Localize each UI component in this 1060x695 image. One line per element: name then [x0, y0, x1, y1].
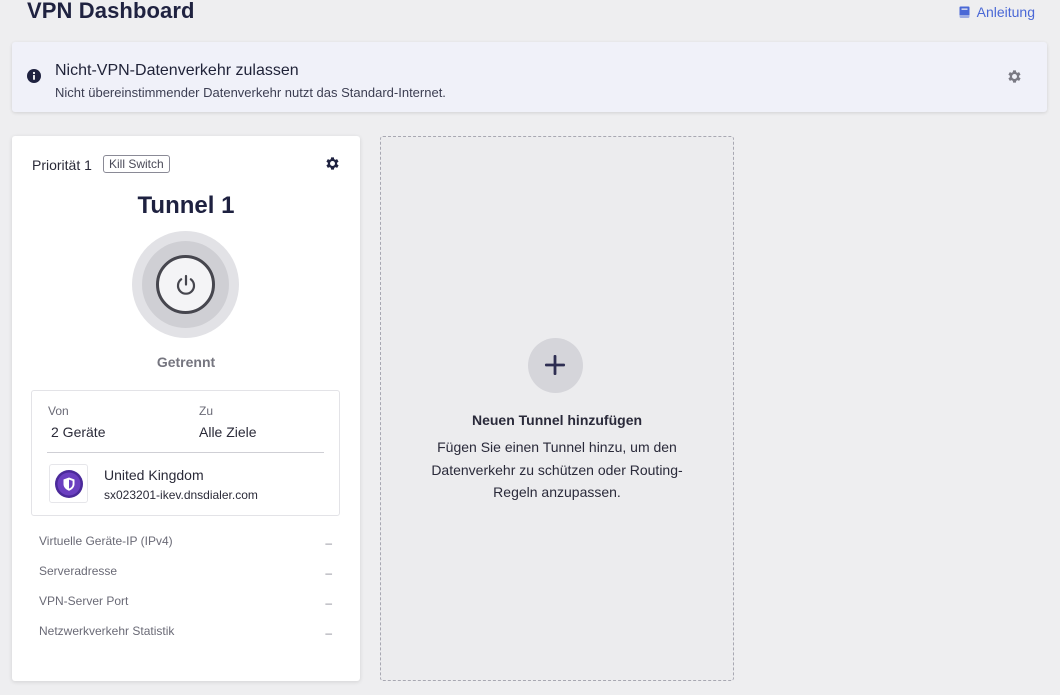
- to-label: Zu: [199, 404, 214, 418]
- guide-link[interactable]: Anleitung: [959, 4, 1035, 20]
- from-label: Von: [48, 404, 69, 418]
- add-tunnel-description: Fügen Sie einen Tunnel hinzu, um den Dat…: [431, 439, 683, 500]
- guide-link-label[interactable]: Anleitung: [977, 4, 1035, 20]
- gear-icon[interactable]: [1006, 68, 1023, 85]
- stat-value: –: [325, 626, 332, 640]
- stat-value: –: [325, 596, 332, 610]
- stat-value: –: [325, 536, 332, 550]
- server-host: sx023201-ikev.dnsdialer.com: [104, 488, 258, 502]
- stat-row-server-port: VPN-Server Port –: [39, 594, 332, 610]
- stat-value: –: [325, 566, 332, 580]
- add-tunnel-card[interactable]: Neuen Tunnel hinzufügen Fügen Sie einen …: [380, 136, 734, 681]
- power-button[interactable]: [156, 255, 215, 314]
- route-divider: [47, 452, 324, 453]
- banner-subtitle: Nicht übereinstimmender Datenverkehr nut…: [55, 85, 446, 100]
- stat-label: Netzwerkverkehr Statistik: [39, 624, 175, 638]
- shield-icon: [55, 470, 83, 498]
- stat-label: Virtuelle Geräte-IP (IPv4): [39, 534, 173, 548]
- stat-row-server-address: Serveradresse –: [39, 564, 332, 580]
- add-tunnel-title: Neuen Tunnel hinzufügen: [471, 412, 643, 428]
- server-logo: [49, 464, 88, 503]
- power-button-halo: [142, 241, 229, 328]
- connection-status: Getrennt: [156, 354, 216, 370]
- tunnel-card: Priorität 1 Kill Switch Tunnel 1 Getrenn…: [12, 136, 360, 681]
- stat-row-virtual-ip: Virtuelle Geräte-IP (IPv4) –: [39, 534, 332, 550]
- page-title: VPN Dashboard: [27, 0, 195, 23]
- gear-icon[interactable]: [324, 155, 341, 172]
- banner-title: Nicht-VPN-Datenverkehr zulassen: [55, 62, 299, 79]
- book-icon: [959, 6, 970, 18]
- power-button-ring: [132, 231, 239, 338]
- power-icon: [176, 274, 196, 295]
- stat-label: Serveradresse: [39, 564, 118, 578]
- from-value: 2 Geräte: [51, 424, 106, 440]
- add-tunnel-button[interactable]: [528, 338, 583, 393]
- plus-icon: [545, 355, 565, 375]
- to-value: Alle Ziele: [199, 424, 257, 440]
- server-country: United Kingdom: [104, 467, 204, 483]
- kill-switch-badge: Kill Switch: [103, 155, 170, 173]
- info-icon: [27, 69, 41, 83]
- stat-row-traffic-stats: Netzwerkverkehr Statistik –: [39, 624, 332, 640]
- route-box: Von 2 Geräte Zu Alle Ziele United Kingdo…: [31, 390, 340, 516]
- stat-label: VPN-Server Port: [39, 594, 129, 608]
- tunnel-name: Tunnel 1: [137, 192, 235, 219]
- allow-non-vpn-banner: Nicht-VPN-Datenverkehr zulassen Nicht üb…: [12, 42, 1047, 112]
- priority-label: Priorität 1: [32, 157, 92, 173]
